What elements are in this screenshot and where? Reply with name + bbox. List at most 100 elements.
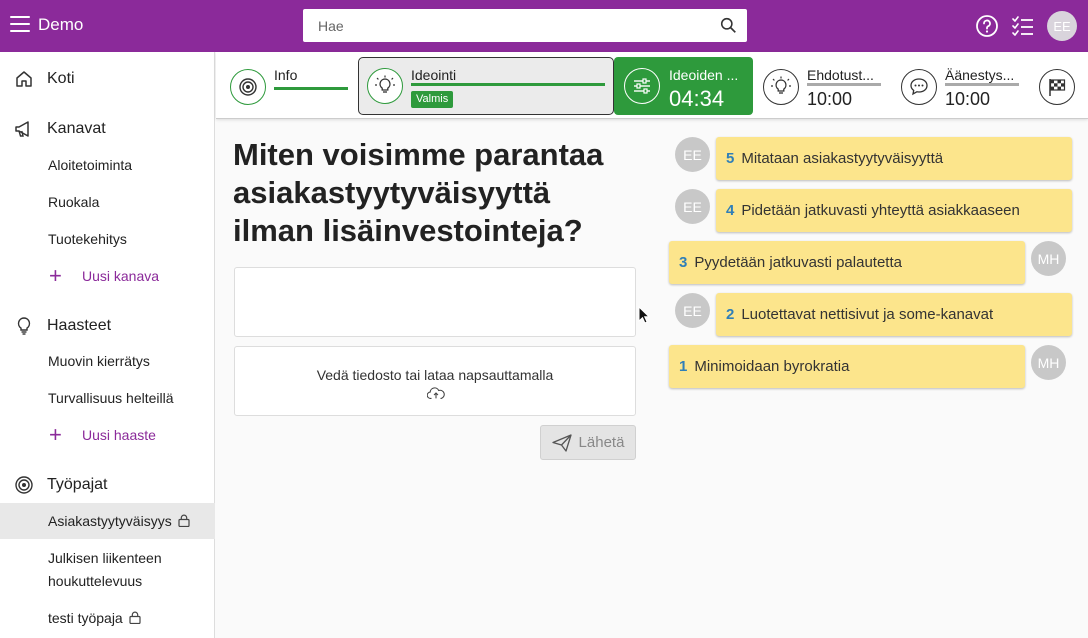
hamburger-menu-icon[interactable] [10,16,30,34]
idea-number: 1 [679,358,688,375]
step-progress-bar [274,87,348,90]
idea-text: Pyydetään jatkuvasti palautetta [694,254,902,271]
workshop-question: Miten voisimme parantaa asiakastyytyväis… [233,136,633,250]
step-label: Ideoiden ... [669,67,739,83]
home-icon [16,71,32,87]
help-icon[interactable] [975,14,999,38]
new-channel-label: Uusi kanava [82,268,160,284]
app-title: Demo [38,15,84,34]
target-icon [15,476,33,494]
new-challenge-button[interactable]: + Uusi haaste [0,417,215,453]
step-label: Ideointi [411,67,457,83]
step-label: Äänestys... [945,67,1015,83]
checkered-flag-icon [1039,69,1075,105]
search-bar[interactable] [303,9,747,42]
sidebar-item-channel[interactable]: Ruokala [0,184,215,220]
sidebar-item-workshop[interactable]: testi työpaja [0,600,215,636]
sidebar-item-workshop-active[interactable]: Asiakastyytyväisyys [0,503,215,539]
idea-number: 3 [679,254,688,271]
search-icon[interactable] [720,17,737,34]
avatar: EE [675,137,710,172]
user-avatar[interactable]: EE [1047,11,1077,41]
sidebar-section-channels[interactable]: Kanavat [0,111,215,147]
lock-icon [178,514,190,527]
send-button[interactable]: Lähetä [540,425,636,460]
avatar: EE [675,189,710,224]
mouse-cursor-icon [638,306,650,324]
section-label: Työpajat [47,476,108,493]
idea-card[interactable]: 4 Pidetään jatkuvasti yhteyttä asiakkaas… [716,189,1072,232]
step-info[interactable]: Info [228,57,363,115]
target-icon [230,69,266,105]
speech-bubble-icon [901,69,937,105]
avatar: MH [1031,241,1066,276]
question-line: ilman lisäinvestointeja? [233,213,583,248]
step-timer: 10:00 [807,89,853,109]
lightbulb-icon [17,317,31,335]
idea-card[interactable]: 1 Minimoidaan byrokratia [669,345,1025,388]
idea-text: Luotettavat nettisivut ja some-kanavat [741,306,994,323]
file-upload-area[interactable]: Vedä tiedosto tai lataa napsauttamalla [234,346,636,416]
section-label: Kanavat [47,120,106,137]
step-idea-timer[interactable]: Ideoiden ... 04:34 [614,57,753,115]
idea-input-box[interactable] [234,267,636,337]
plus-icon: + [49,263,62,288]
sidebar-item-channel[interactable]: Aloitetoiminta [0,147,215,183]
sidebar-section-challenges[interactable]: Haasteet [0,308,215,344]
idea-card[interactable]: 2 Luotettavat nettisivut ja some-kanavat [716,293,1072,336]
idea-text: Mitataan asiakastyytyväisyyttä [741,150,944,167]
sidebar-item-challenge[interactable]: Turvallisuus helteillä [0,380,215,416]
sidebar-item-challenge[interactable]: Muovin kierrätys [0,343,215,379]
step-timer: 04:34 [669,86,725,111]
lightbulb-icon [763,69,799,105]
send-label: Lähetä [578,434,625,451]
idea-textarea[interactable] [235,268,635,336]
idea-number: 2 [726,306,735,323]
sidebar-item-home[interactable]: Koti [0,61,215,97]
sidebar-item-text: Asiakastyytyväisyys [48,513,190,529]
sidebar-item-label: testi työpaja [48,610,123,626]
sidebar-item-workshop[interactable]: Julkisen liikenteen houkuttelevuus [0,542,215,598]
sidebar-item-label-line2: houkuttelevuus [48,573,143,589]
sidebar-item-label: Muovin kierrätys [48,353,150,369]
workshop-steps-bar: Info Ideointi Valmis Ideoiden ... 04:34 … [216,52,1088,119]
idea-card[interactable]: 3 Pyydetään jatkuvasti palautetta [669,241,1025,284]
sidebar-item-label: Tuotekehitys [48,231,127,247]
paper-plane-icon [551,433,572,452]
avatar: MH [1031,345,1066,380]
plus-icon: + [49,422,62,447]
megaphone-icon [15,121,29,137]
top-bar: Demo EE [0,0,1088,52]
sidebar-item-label: Asiakastyytyväisyys [48,513,172,529]
step-timer: 10:00 [945,89,991,109]
cloud-upload-icon [427,387,445,399]
avatar: EE [675,293,710,328]
idea-number: 5 [726,150,735,167]
step-label: Ehdotust... [807,67,874,83]
step-finish[interactable] [1038,57,1078,115]
sidebar: Koti Kanavat Aloitetoiminta Ruokala Tuot… [0,52,215,638]
sidebar-item-label: Koti [47,70,75,87]
idea-number: 4 [726,202,735,219]
step-progress-bar [411,83,605,86]
lock-icon [129,611,141,624]
idea-card[interactable]: 5 Mitataan asiakastyytyväisyyttä [716,137,1072,180]
new-channel-button[interactable]: + Uusi kanava [0,258,215,294]
upload-text: Vedä tiedosto tai lataa napsauttamalla [316,367,554,383]
idea-text: Minimoidaan byrokratia [694,358,850,375]
new-challenge-label: Uusi haaste [82,427,156,443]
step-ideation[interactable]: Ideointi Valmis [358,57,614,115]
search-input[interactable] [303,10,703,41]
sliders-icon [624,68,660,104]
sidebar-item-text: testi työpaja [48,610,141,626]
sidebar-item-label: Ruokala [48,194,100,210]
sidebar-item-label: Aloitetoiminta [48,157,133,173]
step-voting[interactable]: Äänestys... 10:00 [900,57,1030,115]
step-progress-bar [945,83,1019,86]
sidebar-item-text: Julkisen liikenteen houkuttelevuus [48,547,162,593]
lightbulb-icon [367,68,403,104]
sidebar-item-channel[interactable]: Tuotekehitys [0,221,215,257]
step-proposals[interactable]: Ehdotust... 10:00 [762,57,892,115]
task-list-icon[interactable] [1011,14,1035,38]
sidebar-section-workshops[interactable]: Työpajat [0,467,215,503]
